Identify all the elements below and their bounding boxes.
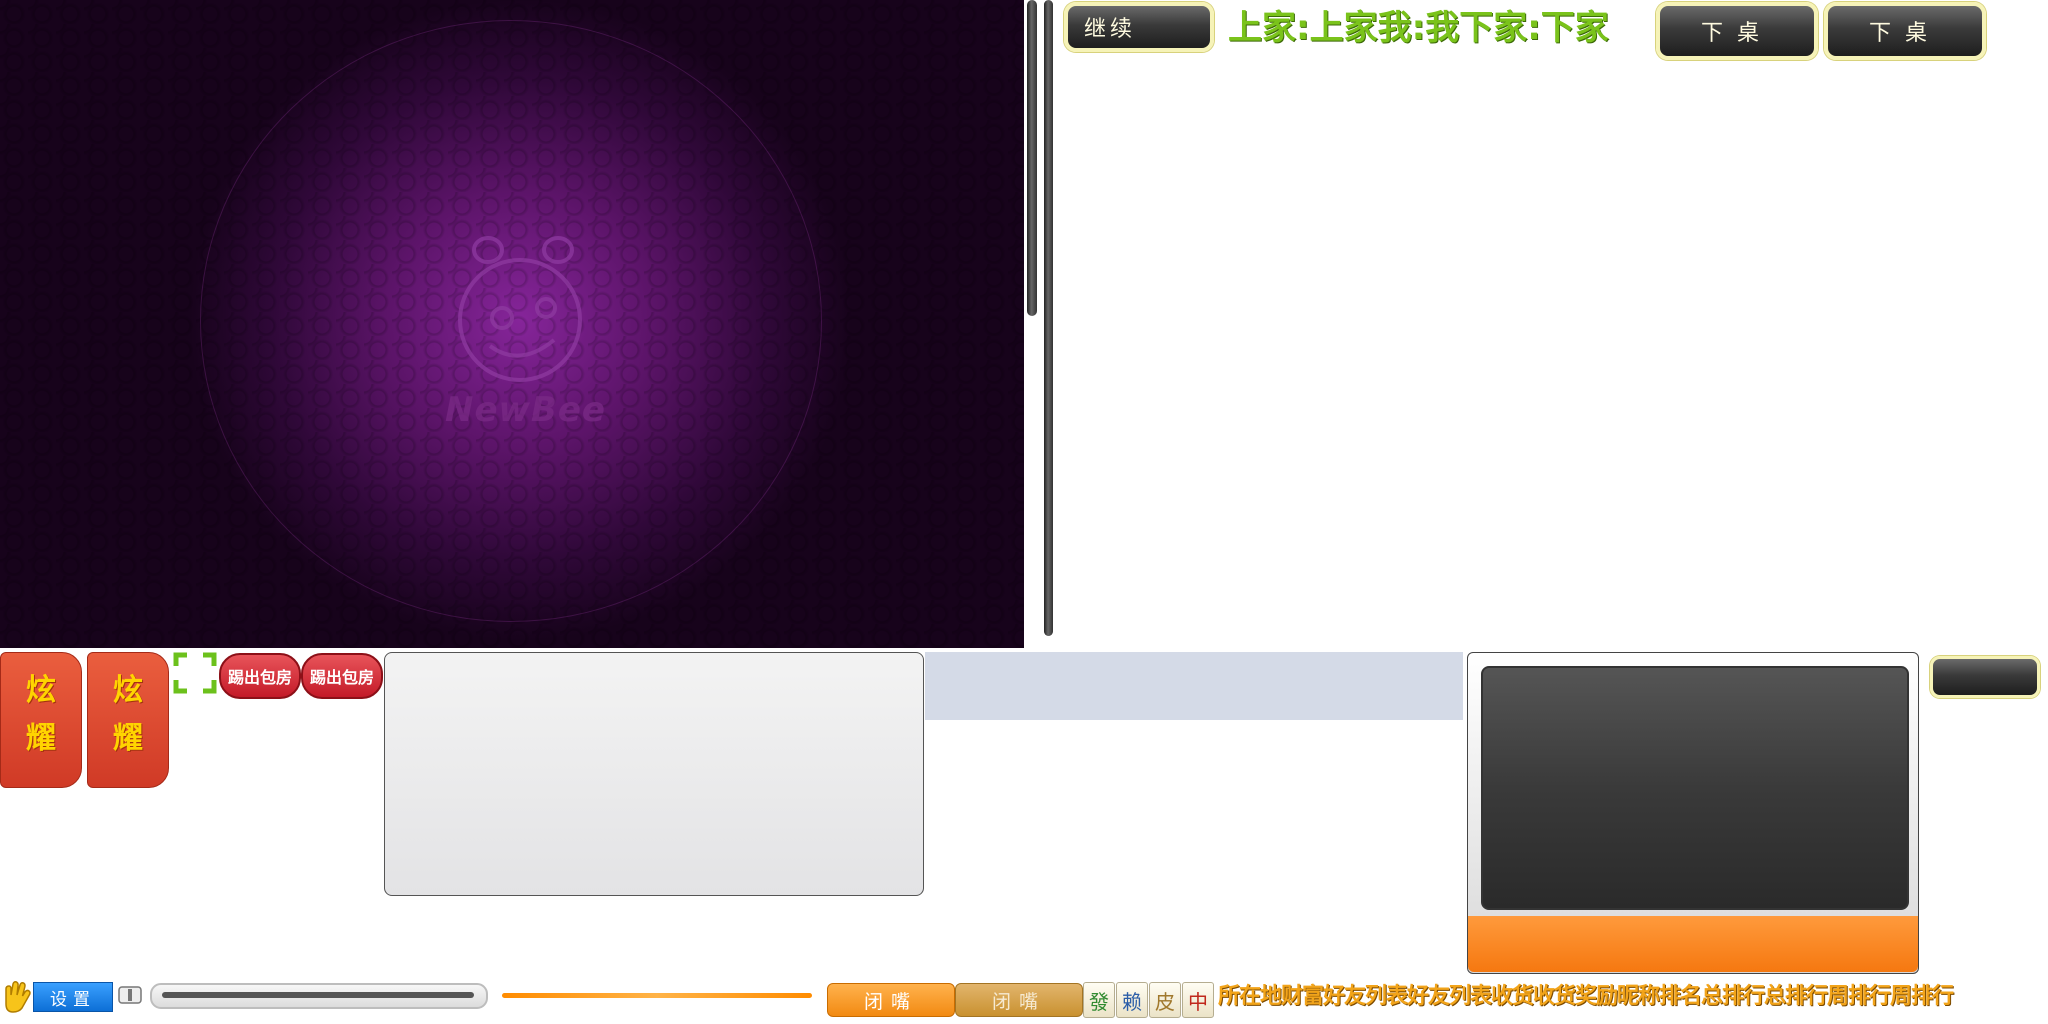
hand-icon[interactable]	[0, 980, 32, 1014]
kick-out-button-2[interactable]: 踢出包房	[301, 653, 383, 699]
tile-pi[interactable]: 皮	[1149, 982, 1181, 1018]
tile-char: 赖	[1122, 989, 1142, 1014]
tile-char: 皮	[1155, 989, 1175, 1014]
tile-char: 發	[1089, 989, 1109, 1014]
tile-lai[interactable]: 赖	[1116, 982, 1148, 1018]
show-off-card-2[interactable]: 炫 耀	[87, 652, 169, 788]
menu-text-strip[interactable]: 所在地财富好友列表好友列表收货收货奖励昵称排名总排行总排行周排行周排行	[1218, 978, 2048, 1014]
show-off-char: 炫	[113, 673, 143, 708]
show-off-card-1[interactable]: 炫 耀	[0, 652, 82, 788]
mute-label: 闭嘴	[991, 990, 1046, 1013]
player-screen	[1481, 666, 1909, 910]
leave-table-label: 下桌	[1868, 21, 1941, 46]
leave-table-button-1[interactable]: 下桌	[1656, 2, 1818, 60]
leave-table-button-2[interactable]: 下桌	[1824, 2, 1986, 60]
continue-button[interactable]: 继续	[1064, 2, 1214, 52]
board-logo: NewBee	[445, 390, 606, 430]
orange-divider	[502, 993, 812, 998]
mute-button-2[interactable]: 闭嘴	[955, 983, 1083, 1017]
player-name-bar	[1468, 916, 1918, 972]
volume-slider-fill	[162, 992, 474, 998]
kick-out-button-1[interactable]: 踢出包房	[219, 653, 301, 699]
tile-char: 中	[1188, 989, 1208, 1014]
show-off-char: 耀	[26, 721, 56, 756]
vertical-divider	[1044, 0, 1053, 636]
mute-button-1[interactable]: 闭嘴	[827, 983, 955, 1017]
game-board: NewBee	[0, 0, 1024, 648]
tile-fa[interactable]: 發	[1083, 982, 1115, 1018]
vertical-scrollbar[interactable]	[1027, 0, 1037, 316]
kick-out-label: 踢出包房	[309, 668, 374, 687]
show-off-char: 炫	[26, 673, 56, 708]
info-bar	[925, 652, 1463, 720]
continue-label: 继续	[1084, 17, 1137, 42]
toggle-icon[interactable]	[118, 986, 142, 1004]
show-off-char: 耀	[113, 721, 143, 756]
tile-zhong[interactable]: 中	[1182, 982, 1214, 1018]
mute-label: 闭嘴	[863, 990, 918, 1013]
bee-logo-icon	[458, 236, 582, 382]
seat-labels: 上家:上家我:我下家:下家	[1228, 8, 1609, 48]
settings-label: 设置	[50, 989, 96, 1010]
leave-table-label: 下桌	[1700, 21, 1773, 46]
chat-panel[interactable]	[384, 652, 924, 896]
kick-out-label: 踢出包房	[227, 668, 292, 687]
small-dark-button[interactable]	[1930, 656, 2040, 698]
settings-button[interactable]: 设置	[33, 982, 113, 1012]
fullscreen-icon[interactable]	[173, 652, 217, 694]
